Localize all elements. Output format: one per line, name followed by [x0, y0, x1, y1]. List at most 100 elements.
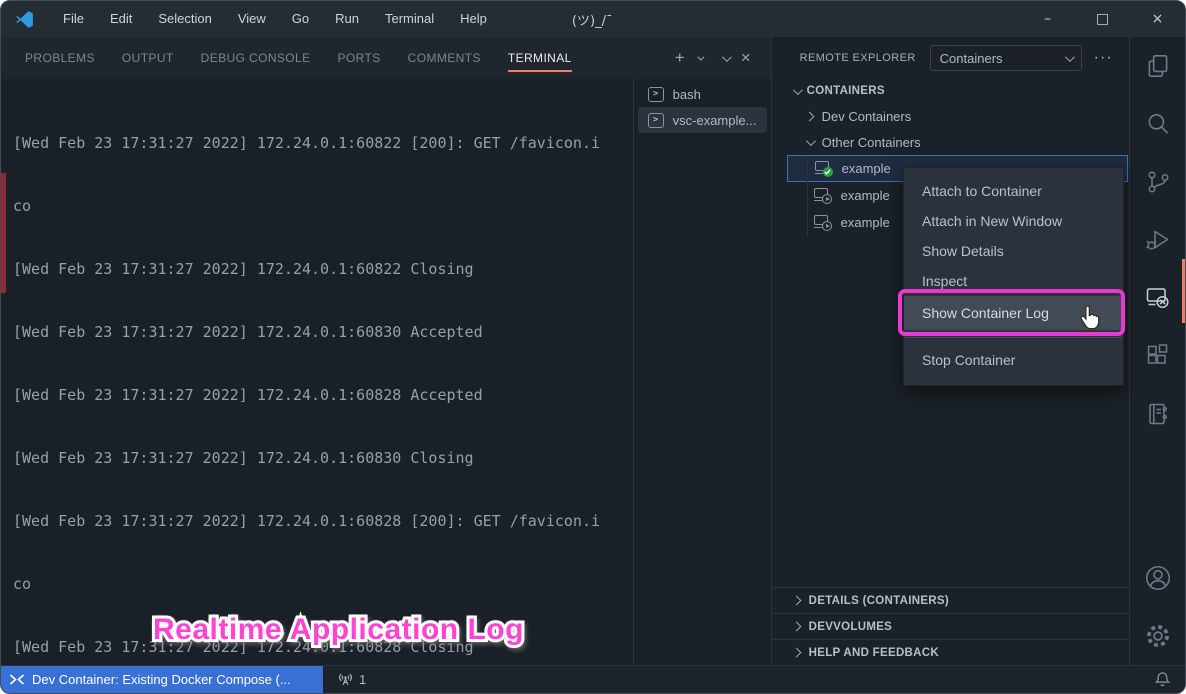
bottom-panel: PROBLEMS OUTPUT DEBUG CONSOLE PORTS COMM…: [1, 37, 771, 665]
section-label: HELP AND FEEDBACK: [809, 647, 939, 659]
panel-actions: + ×: [669, 37, 771, 79]
activity-bar: [1129, 37, 1185, 665]
terminal-line: [Wed Feb 23 17:31:27 2022] 172.24.0.1:60…: [13, 385, 633, 406]
menu-edit[interactable]: Edit: [97, 1, 145, 37]
remote-scope-dropdown[interactable]: Containers: [930, 45, 1082, 71]
menu-item-stop-container[interactable]: Stop Container: [904, 345, 1123, 375]
tab-output[interactable]: OUTPUT: [122, 37, 174, 79]
settings-gear-icon[interactable]: [1130, 607, 1186, 665]
cursor-hand-icon: [1079, 304, 1102, 336]
annotation-text: Realtime Application Log: [153, 613, 524, 647]
maximize-button[interactable]: □: [1075, 1, 1130, 37]
forwarded-ports-status[interactable]: 1: [327, 666, 376, 693]
panel-collapse-chevron-icon[interactable]: [716, 55, 735, 62]
run-debug-icon[interactable]: [1130, 211, 1186, 269]
terminal-output: [Wed Feb 23 17:31:27 2022] 172.24.0.1:60…: [1, 79, 633, 665]
menu-help[interactable]: Help: [447, 1, 500, 37]
search-icon[interactable]: [1130, 95, 1186, 153]
sidebar-header: REMOTE EXPLORER Containers ···: [772, 37, 1129, 79]
new-terminal-button[interactable]: +: [669, 48, 691, 68]
terminal-icon: >: [648, 113, 664, 128]
section-details-containers[interactable]: DETAILS (CONTAINERS): [772, 587, 1129, 613]
menu-view[interactable]: View: [225, 1, 279, 37]
terminal-line: co: [13, 196, 633, 217]
terminal-tabs-list: > bash > vsc-example...: [633, 79, 771, 665]
panel-close-icon[interactable]: ×: [735, 48, 757, 68]
close-button[interactable]: ×: [1130, 1, 1185, 37]
tab-terminal[interactable]: TERMINAL: [508, 37, 572, 79]
terminal-tab-vsc-example[interactable]: > vsc-example...: [638, 107, 767, 133]
group-label: Dev Containers: [822, 109, 912, 124]
chevron-down-icon: [806, 136, 816, 146]
extensions-icon[interactable]: [1130, 327, 1186, 385]
chevron-down-icon: [793, 85, 803, 95]
tree-section-containers[interactable]: CONTAINERS: [772, 79, 1129, 103]
section-devvolumes[interactable]: DEVVOLUMES: [772, 613, 1129, 639]
terminal-line: [Wed Feb 23 17:31:27 2022] 172.24.0.1:60…: [13, 448, 633, 469]
new-terminal-dropdown-chevron-icon[interactable]: [691, 56, 708, 61]
tab-comments[interactable]: COMMENTS: [408, 37, 481, 79]
notebook-icon[interactable]: [1130, 385, 1186, 443]
dropdown-value: Containers: [940, 51, 1065, 66]
tab-ports[interactable]: PORTS: [338, 37, 381, 79]
panel-content: [Wed Feb 23 17:31:27 2022] 172.24.0.1:60…: [1, 79, 771, 665]
vscode-logo-icon: [15, 10, 34, 29]
active-view-indicator: [1182, 259, 1185, 323]
container-running-icon: [815, 161, 833, 177]
menu-separator: [905, 337, 1122, 338]
chevron-right-icon: [791, 622, 801, 632]
chevron-right-icon: [791, 648, 801, 658]
minimize-button[interactable]: –: [1020, 1, 1075, 37]
remote-label: Dev Container: Existing Docker Compose (…: [32, 672, 291, 687]
error-decoration-strip: [1, 173, 6, 293]
container-context-menu: Attach to Container Attach in New Window…: [903, 167, 1124, 386]
menu-item-show-details[interactable]: Show Details: [904, 236, 1123, 266]
account-icon[interactable]: [1130, 549, 1186, 607]
tab-problems[interactable]: PROBLEMS: [25, 37, 95, 79]
container-label: example: [842, 161, 891, 176]
tree-group-dev-containers[interactable]: Dev Containers: [772, 103, 1129, 129]
menubar: File Edit Selection View Go Run Terminal…: [50, 1, 500, 37]
explorer-icon[interactable]: [1130, 37, 1186, 95]
remote-indicator[interactable]: Dev Container: Existing Docker Compose (…: [1, 666, 323, 693]
chevron-right-icon: [791, 596, 801, 606]
terminal-line: [Wed Feb 23 17:31:27 2022] 172.24.0.1:60…: [13, 322, 633, 343]
terminal-line: [Wed Feb 23 17:31:27 2022] 172.24.0.1:60…: [13, 511, 633, 532]
tree-indent-guide: [807, 156, 808, 236]
menu-go[interactable]: Go: [279, 1, 322, 37]
panel-tab-bar: PROBLEMS OUTPUT DEBUG CONSOLE PORTS COMM…: [1, 37, 771, 79]
menu-selection[interactable]: Selection: [145, 1, 224, 37]
container-stopped-icon: [814, 188, 832, 204]
tab-debug-console[interactable]: DEBUG CONSOLE: [201, 37, 311, 79]
chevron-down-icon: [1065, 52, 1075, 62]
vscode-window: File Edit Selection View Go Run Terminal…: [0, 0, 1186, 694]
menu-run[interactable]: Run: [322, 1, 372, 37]
remote-explorer-icon[interactable]: [1130, 269, 1186, 327]
terminal-icon: >: [648, 87, 664, 102]
terminal-tab-bash[interactable]: > bash: [638, 81, 767, 107]
menu-item-attach-to-container[interactable]: Attach to Container: [904, 176, 1123, 206]
section-help-and-feedback[interactable]: HELP AND FEEDBACK: [772, 639, 1129, 665]
terminal-tab-label: vsc-example...: [673, 113, 757, 128]
chevron-right-icon: [804, 111, 814, 121]
more-actions-icon[interactable]: ···: [1094, 53, 1113, 63]
container-label: example: [841, 188, 890, 203]
section-label: DEVVOLUMES: [809, 621, 893, 633]
container-label: example: [841, 215, 890, 230]
source-control-icon[interactable]: [1130, 153, 1186, 211]
tree-group-other-containers[interactable]: Other Containers: [772, 129, 1129, 155]
section-label: CONTAINERS: [807, 85, 885, 97]
menu-item-attach-in-new-window[interactable]: Attach in New Window: [904, 206, 1123, 236]
notifications-bell-icon[interactable]: [1154, 666, 1185, 693]
titlebar: File Edit Selection View Go Run Terminal…: [1, 1, 1185, 37]
sidebar-title: REMOTE EXPLORER: [800, 52, 916, 64]
section-label: DETAILS (CONTAINERS): [809, 595, 949, 607]
terminal-tab-label: bash: [673, 87, 701, 102]
menu-terminal[interactable]: Terminal: [372, 1, 447, 37]
menu-item-inspect[interactable]: Inspect: [904, 266, 1123, 296]
window-controls: – □ ×: [1020, 1, 1185, 37]
menu-file[interactable]: File: [50, 1, 97, 37]
ports-count: 1: [359, 672, 366, 687]
container-stopped-icon: [814, 215, 832, 231]
group-label: Other Containers: [822, 135, 921, 150]
